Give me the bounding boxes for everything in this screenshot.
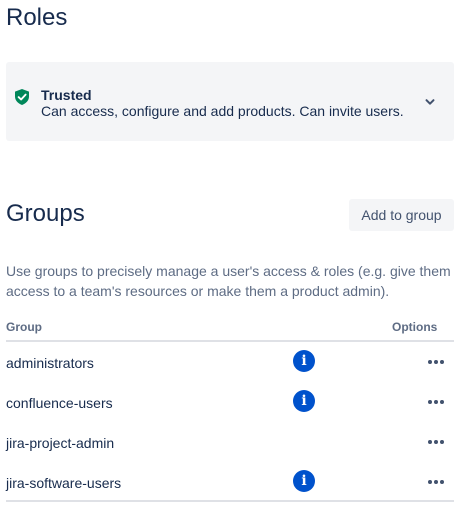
more-options-icon[interactable] [424, 430, 448, 454]
groups-title: Groups [6, 200, 85, 227]
table-row: confluence-users i [6, 382, 454, 422]
groups-description: Use groups to precisely manage a user's … [6, 263, 451, 299]
column-header-group: Group [6, 320, 42, 334]
info-icon[interactable]: i [293, 470, 315, 492]
add-to-group-button[interactable]: Add to group [349, 199, 454, 231]
table-row: administrators i [6, 342, 454, 382]
more-options-icon[interactable] [424, 350, 448, 374]
group-name: administrators [6, 355, 94, 371]
role-card-trusted[interactable]: Trusted Can access, configure and add pr… [6, 62, 454, 141]
group-name: jira-project-admin [6, 435, 115, 451]
roles-title: Roles [6, 4, 68, 31]
info-icon[interactable]: i [293, 390, 315, 412]
info-icon[interactable]: i [293, 350, 315, 372]
column-header-options: Options [392, 320, 438, 334]
group-name: confluence-users [6, 395, 113, 411]
role-description: Can access, configure and add products. … [41, 103, 404, 119]
group-name: jira-software-users [6, 475, 122, 491]
shield-check-icon [15, 89, 29, 105]
table-row: jira-software-users i [6, 462, 454, 502]
table-bottom-divider [6, 500, 454, 502]
table-row: jira-project-admin [6, 422, 454, 462]
more-options-icon[interactable] [424, 470, 448, 494]
chevron-down-icon[interactable] [424, 96, 436, 108]
role-name: Trusted [41, 87, 92, 103]
more-options-icon[interactable] [424, 390, 448, 414]
